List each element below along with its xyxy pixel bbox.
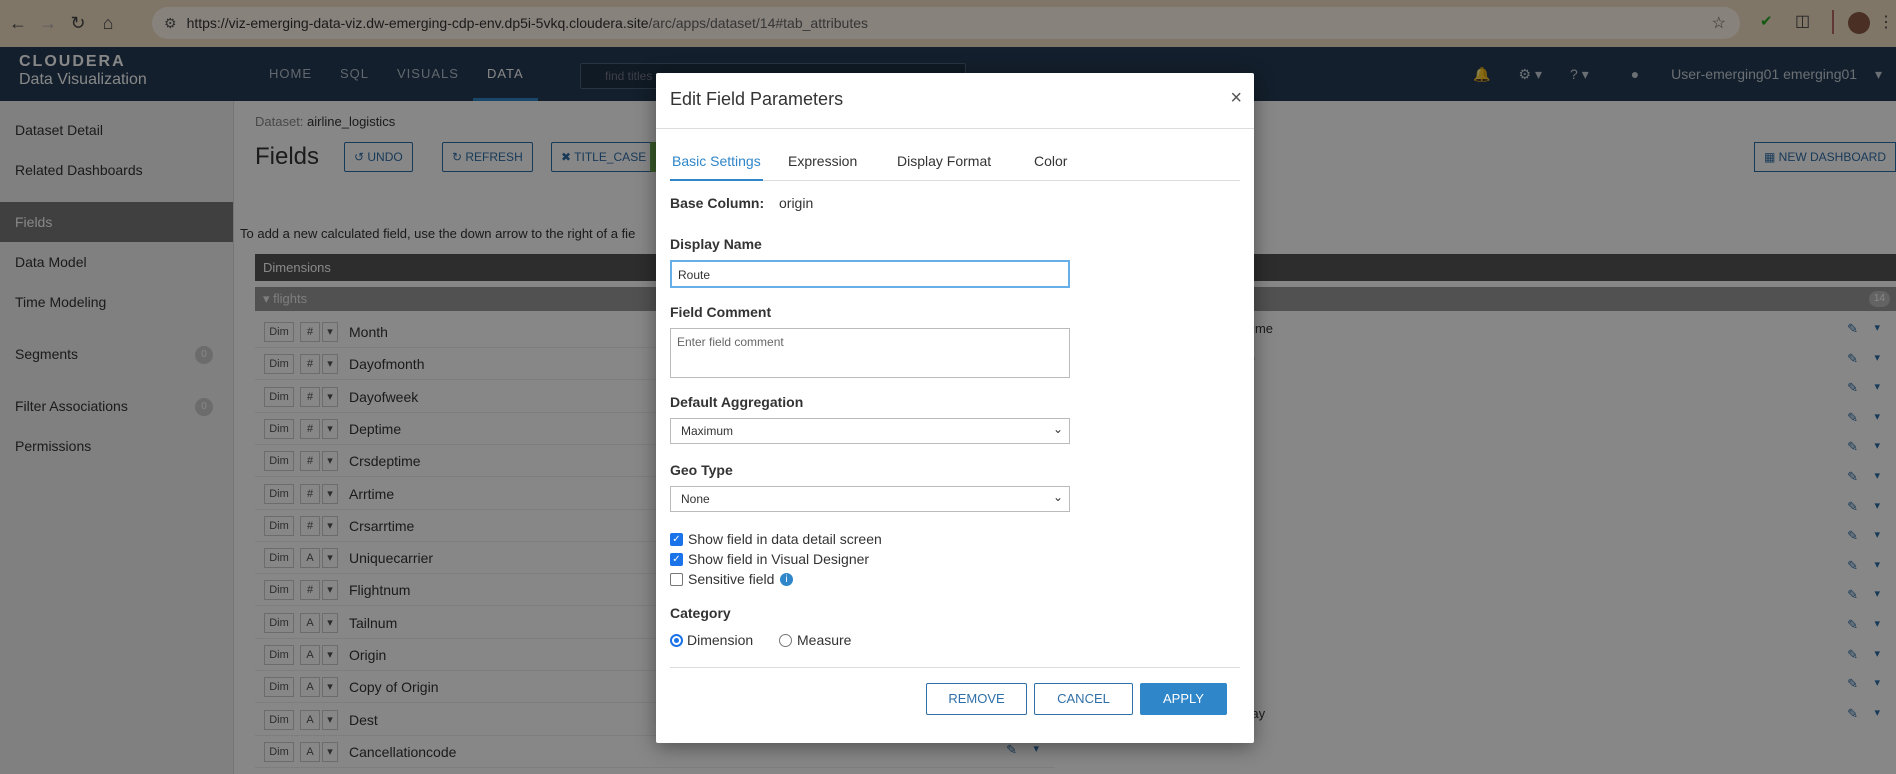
geo-type-value: None: [681, 492, 710, 506]
show-designer-label: Show field in Visual Designer: [688, 551, 870, 567]
field-comment-textarea[interactable]: Enter field comment: [670, 328, 1070, 378]
tab-basic-settings[interactable]: Basic Settings: [670, 151, 763, 181]
base-column-value: origin: [779, 195, 814, 211]
divider: [670, 667, 1240, 668]
display-name-value: Route: [678, 268, 711, 282]
base-column-label: Base Column:: [670, 195, 765, 211]
default-aggregation-label: Default Aggregation: [670, 394, 804, 410]
remove-button[interactable]: REMOVE: [926, 683, 1027, 715]
display-name-label: Display Name: [670, 236, 762, 252]
sensitive-field-label: Sensitive field: [688, 571, 775, 587]
show-designer-checkbox[interactable]: ✓: [670, 553, 683, 566]
dimension-radio[interactable]: [670, 634, 683, 647]
chevron-down-icon: ⌄: [1052, 490, 1063, 504]
apply-button[interactable]: APPLY: [1140, 683, 1227, 715]
cancel-button[interactable]: CANCEL: [1034, 683, 1133, 715]
default-aggregation-value: Maximum: [681, 424, 734, 438]
close-icon[interactable]: ×: [1230, 87, 1242, 110]
geo-type-select[interactable]: None ⌄: [670, 486, 1070, 512]
category-label: Category: [670, 605, 731, 621]
divider: [656, 128, 1254, 129]
field-comment-label: Field Comment: [670, 304, 772, 320]
default-aggregation-select[interactable]: Maximum ⌄: [670, 418, 1070, 444]
tab-expression[interactable]: Expression: [786, 151, 859, 181]
dimension-label: Dimension: [687, 632, 754, 648]
modal-tabs: Basic Settings Expression Display Format…: [670, 151, 1240, 181]
show-detail-label: Show field in data detail screen: [688, 531, 882, 547]
measure-radio[interactable]: [779, 634, 792, 647]
tab-display-format[interactable]: Display Format: [895, 151, 993, 181]
chevron-down-icon: ⌄: [1052, 422, 1063, 436]
tab-color[interactable]: Color: [1032, 151, 1069, 181]
display-name-input[interactable]: Route: [670, 260, 1070, 288]
geo-type-label: Geo Type: [670, 462, 733, 478]
modal-title: Edit Field Parameters: [670, 89, 844, 109]
info-icon[interactable]: i: [780, 573, 793, 586]
edit-field-modal: Edit Field Parameters × Basic Settings E…: [656, 73, 1254, 743]
show-detail-checkbox[interactable]: ✓: [670, 533, 683, 546]
measure-label: Measure: [797, 632, 852, 648]
sensitive-field-checkbox[interactable]: [670, 573, 683, 586]
field-comment-placeholder: Enter field comment: [677, 335, 784, 349]
